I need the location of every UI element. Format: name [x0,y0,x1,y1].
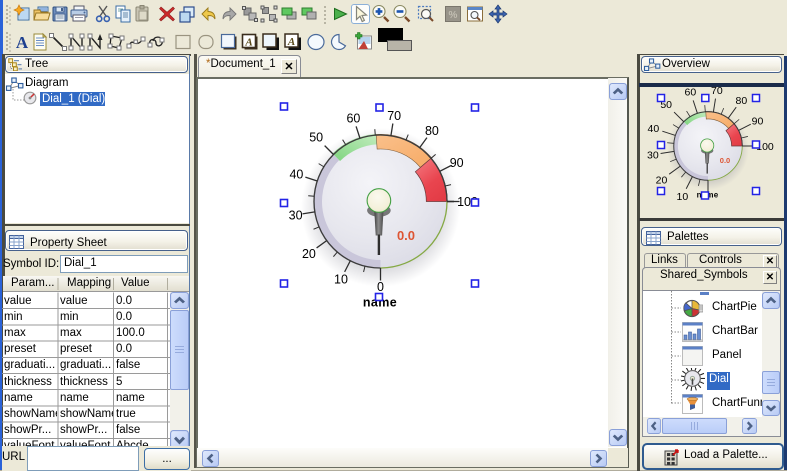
svg-text:40: 40 [289,168,303,182]
svg-text:10: 10 [334,273,348,287]
svg-text:30: 30 [289,209,303,223]
svg-text:0.0: 0.0 [397,228,415,243]
svg-text:%: % [449,10,458,21]
svg-text:10: 10 [677,191,689,203]
svg-text:0.0: 0.0 [720,156,730,165]
svg-text:50: 50 [309,131,323,145]
svg-text:20: 20 [656,175,668,187]
svg-text:60: 60 [685,87,697,99]
svg-text:60: 60 [346,112,360,126]
svg-text:20: 20 [302,247,316,261]
svg-text:A: A [287,36,295,48]
svg-text:80: 80 [425,124,439,138]
svg-text:80: 80 [736,95,748,107]
svg-text:70: 70 [387,109,401,123]
svg-text:70: 70 [711,85,723,97]
svg-text:90: 90 [450,156,464,170]
svg-text:40: 40 [648,123,660,135]
svg-text:30: 30 [647,150,659,162]
svg-text:A: A [244,37,252,49]
svg-text:90: 90 [752,116,764,128]
svg-text:0: 0 [377,280,384,294]
